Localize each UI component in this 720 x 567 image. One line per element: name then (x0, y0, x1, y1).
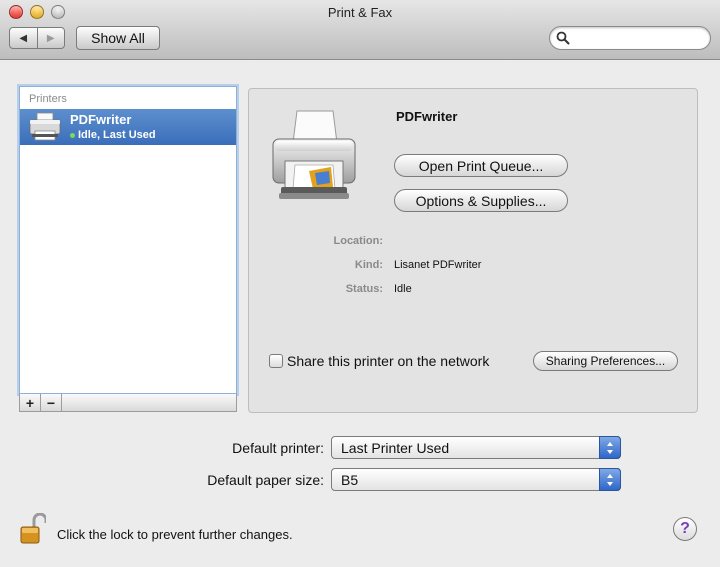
search-field[interactable] (549, 26, 711, 50)
options-supplies-button[interactable]: Options & Supplies... (394, 189, 568, 212)
status-dot-icon (70, 132, 75, 138)
default-paper-size-popup[interactable]: B5 (331, 468, 621, 491)
search-icon (556, 31, 570, 45)
printer-icon (29, 112, 61, 141)
default-printer-label: Default printer: (232, 440, 324, 456)
default-paper-size-value: B5 (341, 472, 359, 488)
location-label: Location: (333, 235, 384, 247)
remove-printer-button[interactable]: − (41, 394, 62, 411)
status-label: Status: (345, 283, 383, 295)
default-paper-size-label: Default paper size: (207, 472, 324, 488)
lock-message: Click the lock to prevent further change… (57, 527, 293, 542)
printer-large-icon (272, 110, 356, 199)
share-printer-label: Share this printer on the network (287, 353, 490, 369)
kind-value: Lisanet PDFwriter (394, 259, 482, 271)
printer-details-panel: PDFwriter Open Print Queue... Options & … (248, 88, 698, 413)
unlocked-padlock-icon[interactable] (20, 513, 46, 545)
popup-arrows-icon (599, 468, 621, 491)
default-printer-value: Last Printer Used (341, 440, 450, 456)
printer-list-item[interactable]: PDFwriter Idle, Last Used (20, 109, 236, 145)
show-all-button[interactable]: Show All (76, 26, 160, 50)
kind-label: Kind: (354, 259, 383, 271)
sharing-preferences-button[interactable]: Sharing Preferences... (533, 351, 678, 371)
default-printer-popup[interactable]: Last Printer Used (331, 436, 621, 459)
share-printer-option[interactable]: Share this printer on the network (269, 353, 489, 369)
open-print-queue-button[interactable]: Open Print Queue... (394, 154, 568, 177)
forward-button[interactable]: ▶ (38, 28, 65, 48)
search-input[interactable] (574, 30, 704, 46)
printers-list-header: Printers (29, 93, 67, 105)
selected-printer-name: PDFwriter (396, 109, 458, 124)
printer-status-text: Idle, Last Used (78, 129, 156, 141)
status-value: Idle (394, 283, 412, 295)
printer-name: PDFwriter (70, 112, 132, 127)
help-button[interactable]: ? (673, 517, 697, 541)
popup-arrows-icon (599, 436, 621, 459)
back-button[interactable]: ◀ (10, 28, 38, 48)
printers-list[interactable]: Printers PDFwriter Idle, Last Used (19, 86, 237, 394)
add-printer-button[interactable]: + (20, 394, 41, 411)
list-edit-buttons: + − (19, 394, 237, 412)
window-title: Print & Fax (327, 5, 393, 20)
window-toolbar: Print & Fax ◀ ▶ Show All (0, 0, 720, 60)
printer-status: Idle, Last Used (70, 129, 156, 141)
history-navigation: ◀ ▶ (9, 27, 65, 49)
share-printer-checkbox[interactable] (269, 354, 283, 368)
